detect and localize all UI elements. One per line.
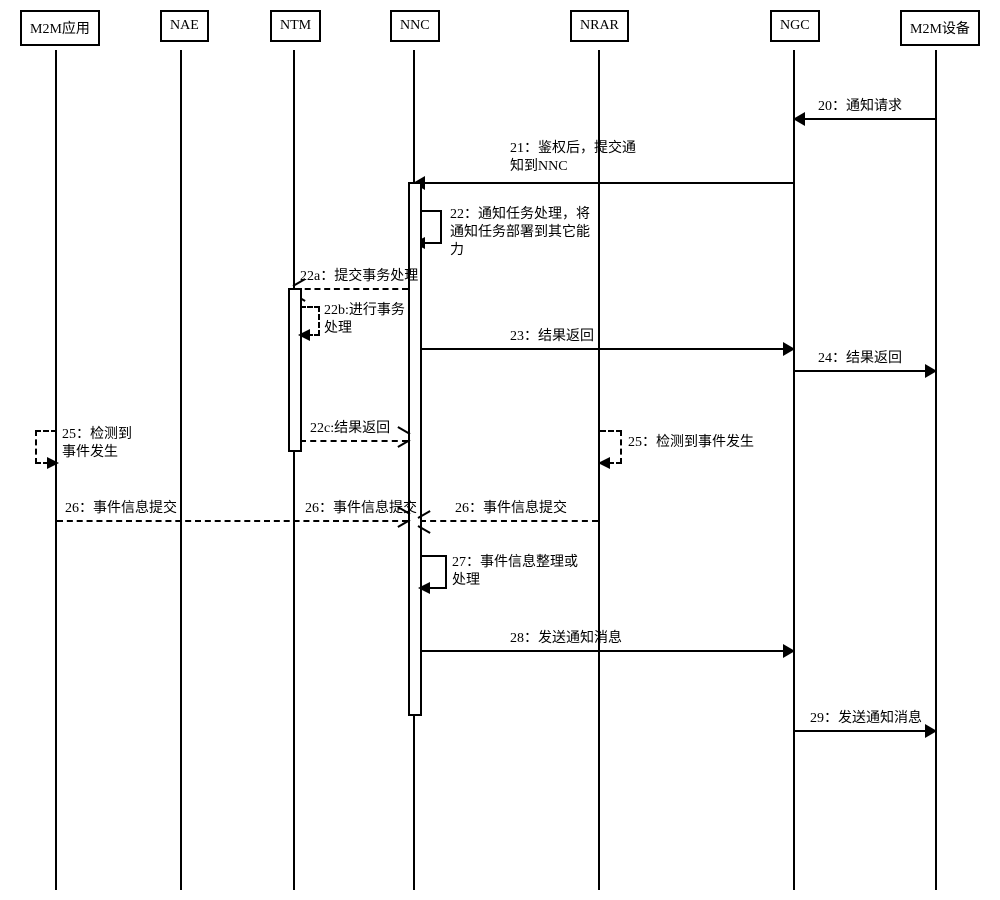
msg-label-24: 24：结果返回 bbox=[818, 350, 902, 368]
msg-label-22b: 22b:进行事务处理 bbox=[324, 302, 405, 338]
participant-ntm: NTM bbox=[270, 10, 321, 42]
participant-m2m-dev: M2M设备 bbox=[900, 10, 980, 46]
msg-label-25l: 25：检测到事件发生 bbox=[62, 426, 132, 462]
msg-label-23: 23：结果返回 bbox=[510, 328, 594, 346]
lifeline bbox=[55, 50, 57, 890]
arrow-26-3 bbox=[420, 520, 598, 522]
lifeline bbox=[180, 50, 182, 890]
lifeline bbox=[935, 50, 937, 890]
participant-ngc: NGC bbox=[770, 10, 820, 42]
msg-label-26-2: 26：事件信息提交 bbox=[305, 500, 417, 518]
msg-label-28: 28：发送通知消息 bbox=[510, 630, 622, 648]
sequence-diagram: M2M应用 NAE NTM NNC NRAR NGC M2M设备 20：通知请求… bbox=[10, 10, 990, 890]
msg-label-22c: 22c:结果返回 bbox=[310, 420, 390, 438]
arrow-28 bbox=[420, 650, 793, 652]
msg-label-21: 21：鉴权后，提交通知到NNC bbox=[510, 140, 636, 176]
arrow-22c bbox=[300, 440, 408, 442]
arrow-23 bbox=[420, 348, 793, 350]
participant-nrar: NRAR bbox=[570, 10, 629, 42]
participant-nae: NAE bbox=[160, 10, 209, 42]
participant-m2m-app: M2M应用 bbox=[20, 10, 100, 46]
lifeline bbox=[793, 50, 795, 890]
msg-label-22a: 22a：提交事务处理 bbox=[300, 268, 418, 286]
self-loop-27 bbox=[420, 555, 447, 589]
msg-label-26-3: 26：事件信息提交 bbox=[455, 500, 567, 518]
arrow-26-1 bbox=[57, 520, 408, 522]
arrow-22a bbox=[295, 288, 408, 290]
participant-nnc: NNC bbox=[390, 10, 440, 42]
msg-label-27: 27：事件信息整理或处理 bbox=[452, 554, 578, 590]
arrow-21 bbox=[415, 182, 793, 184]
self-loop-22b bbox=[300, 306, 320, 336]
msg-label-20: 20：通知请求 bbox=[818, 98, 902, 116]
activation-nnc bbox=[408, 182, 422, 716]
arrow-20 bbox=[795, 118, 935, 120]
arrow-24 bbox=[795, 370, 935, 372]
msg-label-26-1: 26：事件信息提交 bbox=[65, 500, 177, 518]
self-loop-25r bbox=[600, 430, 622, 464]
arrow-29 bbox=[795, 730, 935, 732]
msg-label-25r: 25：检测到事件发生 bbox=[628, 434, 754, 452]
msg-label-22: 22：通知任务处理，将通知任务部署到其它能力 bbox=[450, 206, 590, 261]
self-loop-25l bbox=[35, 430, 57, 464]
msg-label-29: 29：发送通知消息 bbox=[810, 710, 922, 728]
lifeline bbox=[293, 50, 295, 890]
